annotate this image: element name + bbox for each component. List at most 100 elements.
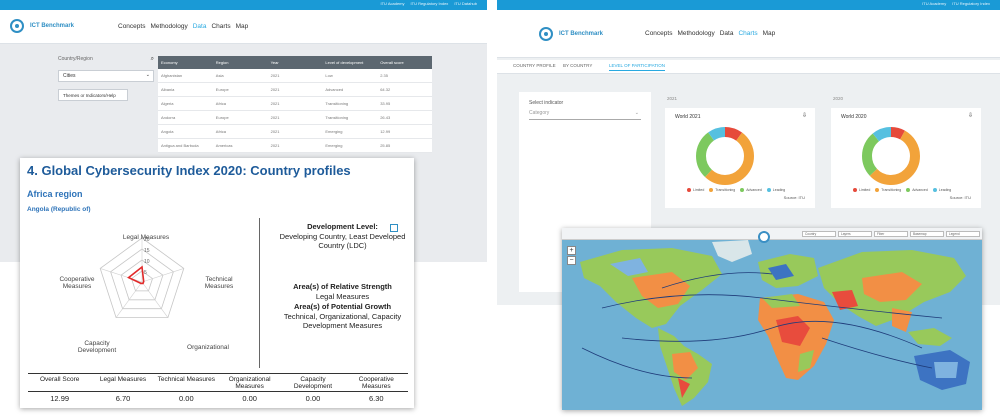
table-cell: 25.85 [380, 143, 391, 148]
nav-item-concepts[interactable]: Concepts [645, 30, 672, 37]
nav-item-concepts[interactable]: Concepts [118, 23, 145, 30]
zoom-out-button[interactable]: − [567, 256, 576, 265]
score-label: Organizational Measures [217, 374, 282, 392]
score-value: 6.30 [369, 394, 384, 403]
donut-card-2021: World 2021 ⇩ Limited Transitioning Advance… [665, 108, 815, 208]
column-header[interactable]: Economy [158, 60, 213, 65]
indicator-label: Select indicator [529, 100, 564, 106]
table-row[interactable]: Albania Europe 2021 Advanced 64.32 [158, 83, 432, 97]
world-map[interactable] [562, 228, 982, 410]
table-cell: 2021 [270, 87, 280, 92]
column-header[interactable]: Level of development [322, 60, 377, 65]
score-label: Legal Measures [91, 374, 155, 392]
zoom-in-button[interactable]: + [567, 246, 576, 255]
logo-icon[interactable] [539, 27, 553, 41]
filter-panel: Country/Region ⌕ Cities ⌄ Themes or Indi… [58, 56, 154, 108]
map-toolbar: Country Layers Fiber Basemap Legend [562, 228, 982, 240]
score-column: Legal Measures 6.70 [91, 374, 155, 403]
score-column: Technical Measures 0.00 [154, 374, 218, 403]
table-cell: Albania [161, 87, 175, 92]
table-header: Economy Region Year Level of development Ove… [158, 56, 432, 69]
column-header[interactable]: Year [268, 60, 323, 65]
select-value: Cities [63, 73, 76, 79]
top-link[interactable]: ITU Academy [922, 1, 946, 6]
table-row[interactable]: Angola Africa 2021 Emerging 12.99 [158, 125, 432, 139]
tab-by-country[interactable]: BY COUNTRY [563, 63, 592, 68]
legend-item[interactable]: Transitioning [709, 188, 735, 193]
table-cell: Andorra [161, 115, 176, 120]
top-link[interactable]: ITU Academy [381, 1, 405, 6]
logo-icon[interactable] [10, 19, 24, 33]
top-link[interactable]: ITU Regulatory Index [411, 1, 449, 6]
legend-label: Transitioning [881, 188, 902, 192]
radar-grid [99, 237, 185, 318]
nav-item-charts[interactable]: Charts [738, 30, 757, 37]
legend-item[interactable]: Transitioning [875, 188, 902, 193]
map-toolbar-button-fiber[interactable]: Fiber [874, 231, 908, 237]
legend-item[interactable]: Leading [766, 188, 785, 193]
score-value: 0.00 [242, 394, 257, 403]
development-level-title: Development Level: [307, 222, 378, 231]
filter-label: Country/Region [58, 56, 93, 62]
legend-label: Limited [693, 188, 705, 192]
legend-item[interactable]: Leading [932, 188, 951, 193]
legend-item[interactable]: Advanced [740, 188, 762, 193]
country-profile-card: 4. Global Cybersecurity Index 2020: Coun… [20, 158, 414, 408]
legend-swatch [687, 188, 691, 193]
score-column: Overall Score 12.99 [28, 374, 92, 403]
table-row[interactable]: Antigua and Barbuda Americas 2021 Emerging 2… [158, 139, 432, 153]
strength-value: Legal Measures [315, 292, 370, 301]
legend-item[interactable]: Limited [687, 188, 705, 193]
divider [259, 218, 260, 368]
map-toolbar-button-layers[interactable]: Layers [838, 231, 872, 237]
table-cell: 2021 [270, 101, 280, 106]
map-toolbar-button-legend[interactable]: Legend [946, 231, 980, 237]
score-label: Technical Measures [154, 374, 218, 392]
nav-item-data[interactable]: Data [720, 30, 734, 37]
table-cell: 2.35 [380, 73, 388, 78]
column-header[interactable]: Overall score [377, 60, 432, 65]
growth-value: Technical, Organizational, Capacity Deve… [283, 312, 402, 330]
tab-country-profile[interactable]: COUNTRY PROFILE [513, 63, 556, 68]
top-link[interactable]: ITU Datahub [454, 1, 477, 6]
table-cell: 2021 [270, 73, 280, 78]
year-select-2020[interactable]: 2020 [833, 96, 843, 101]
nav-item-map[interactable]: Map [763, 30, 776, 37]
year-select-2021[interactable]: 2021 [667, 96, 677, 101]
indicator-select[interactable]: Category ⌄ [529, 110, 641, 120]
nav-item-methodology[interactable]: Methodology [150, 23, 187, 30]
map-toolbar-button-basemap[interactable]: Basemap [910, 231, 944, 237]
table-cell: 33.95 [380, 101, 391, 106]
score-label: Overall Score [28, 374, 92, 392]
download-button[interactable]: Themes or Indicators/Help [58, 89, 128, 101]
tab-level-of-participation[interactable]: LEVEL OF PARTICIPATION [609, 63, 666, 71]
donut-source: Source: ITU [783, 195, 805, 200]
table-cell: 26.43 [380, 115, 391, 120]
brand-name: ICT Benchmark [559, 31, 604, 37]
radar-tick-label: 15 [144, 248, 150, 254]
nav-item-map[interactable]: Map [236, 23, 249, 30]
top-strip: ITU Academy ITU Regulatory Index [497, 0, 1000, 10]
table-row[interactable]: Afghanistan Asia 2021 Low 2.35 [158, 69, 432, 83]
country-select[interactable]: Cities ⌄ [58, 70, 154, 82]
nav-item-charts[interactable]: Charts [211, 23, 230, 30]
strength-title: Area(s) of Relative Strength [293, 282, 392, 291]
top-link[interactable]: ITU Regulatory Index [952, 1, 990, 6]
legend-item[interactable]: Advanced [906, 188, 928, 193]
legend-item[interactable]: Limited [853, 188, 870, 193]
radar-label-capacity: Capacity Development [77, 340, 117, 354]
world-map-panel[interactable]: Country Layers Fiber Basemap Legend + − [562, 228, 982, 410]
table-cell: 64.32 [380, 87, 391, 92]
table-cell: Emerging [325, 129, 343, 134]
search-icon[interactable]: ⌕ [151, 56, 154, 63]
table-cell: 12.99 [380, 129, 391, 134]
nav-item-data[interactable]: Data [193, 23, 207, 30]
map-toolbar-button-country[interactable]: Country [802, 231, 836, 237]
nav-item-methodology[interactable]: Methodology [677, 30, 714, 37]
table-row[interactable]: Algeria Africa 2021 Transitioning 33.95 [158, 97, 432, 111]
table-cell: Asia [215, 73, 224, 78]
table-row[interactable]: Andorra Europe 2021 Transitioning 26.43 [158, 111, 432, 125]
top-links: ITU Academy ITU Regulatory Index [922, 1, 990, 6]
table-cell: Transitioning [325, 101, 349, 106]
column-header[interactable]: Region [213, 60, 268, 65]
